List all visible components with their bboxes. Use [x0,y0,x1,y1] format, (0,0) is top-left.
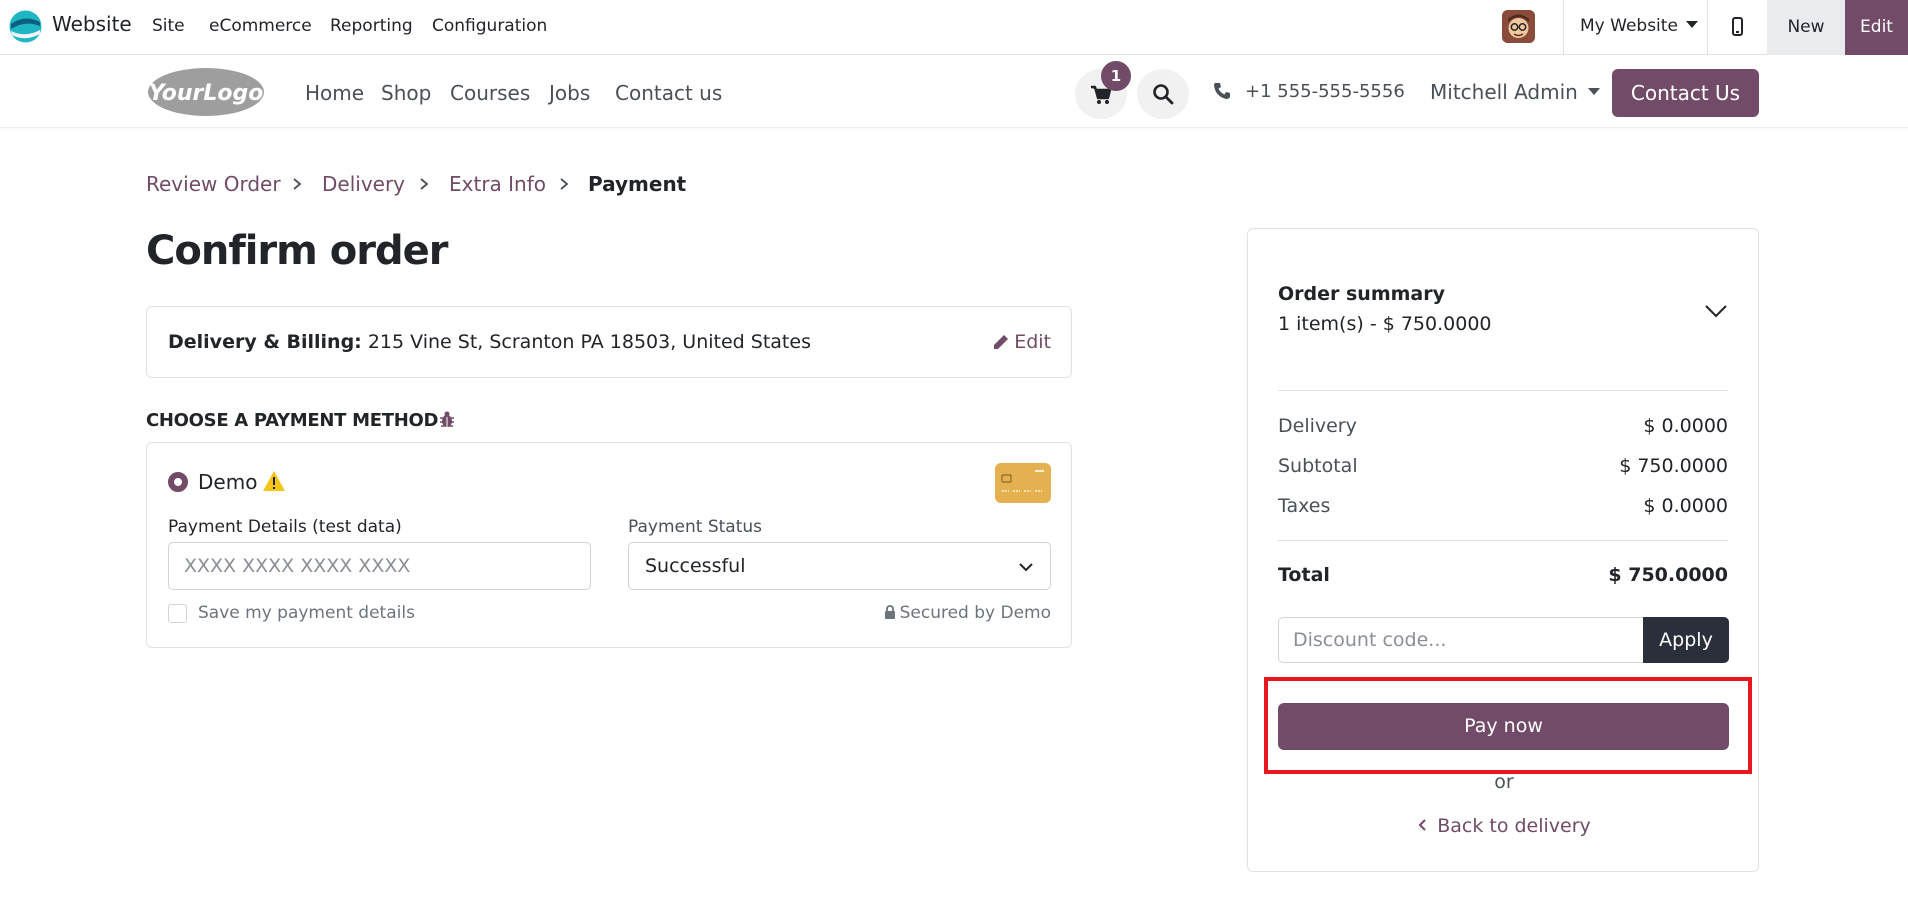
total-value: $ 750.0000 [1608,564,1728,586]
divider [1278,540,1728,541]
logo-text: YourLogo [149,81,264,106]
save-payment-label[interactable]: Save my payment details [198,603,415,623]
menu-ecommerce[interactable]: eCommerce [209,16,312,36]
order-summary-card: Order summary 1 item(s) - $ 750.0000 Del… [1247,228,1759,872]
pencil-icon [994,335,1009,349]
menu-configuration[interactable]: Configuration [432,16,547,36]
subtotal-label: Subtotal [1278,455,1358,477]
avatar-face-icon [1502,10,1535,43]
breadcrumb-delivery[interactable]: Delivery [322,172,405,196]
card-number-input[interactable] [168,542,591,590]
payment-details-label: Payment Details (test data) [168,517,402,537]
apply-discount-button[interactable]: Apply [1643,617,1729,663]
search-button[interactable] [1137,69,1189,119]
warning-icon [263,471,285,491]
payment-status-value: Successful [645,555,746,577]
order-items-line: 1 item(s) - $ 750.0000 [1278,313,1492,335]
website-selector-label: My Website [1580,16,1678,36]
user-name: Mitchell Admin [1430,80,1578,104]
chevron-right-icon [293,178,302,190]
demo-radio[interactable] [168,472,188,492]
secured-by-note: Secured by Demo [884,603,1051,623]
taxes-label: Taxes [1278,495,1331,517]
mobile-preview-icon[interactable] [1732,17,1743,36]
bug-icon[interactable] [437,409,457,429]
order-summary-title[interactable]: Order summary [1278,283,1445,305]
caret-down-icon [1685,20,1698,28]
chevron-right-icon [560,178,569,190]
app-name[interactable]: Website [52,12,132,36]
delivery-label: Delivery [1278,415,1357,437]
edit-button[interactable]: Edit [1845,0,1908,55]
total-label: Total [1278,564,1330,586]
admin-navbar: Website Site eCommerce Reporting Configu… [0,0,1908,55]
address-value: 215 Vine St, Scranton PA 18503, United S… [367,331,811,353]
user-avatar[interactable] [1502,10,1535,43]
lock-icon [884,605,895,619]
nav-contact-us[interactable]: Contact us [615,81,722,105]
card-chip-icon [1001,470,1044,492]
menu-site[interactable]: Site [152,16,185,36]
address-card: Delivery & Billing: 215 Vine St, Scranto… [146,306,1072,378]
secured-label: Secured by Demo [899,603,1051,623]
payment-status-label: Payment Status [628,517,762,537]
payment-method-heading: CHOOSE A PAYMENT METHOD [146,410,439,431]
or-separator: or [1494,771,1514,793]
phone-icon [1214,83,1230,99]
back-label: Back to delivery [1437,815,1591,837]
nav-shop[interactable]: Shop [381,81,431,105]
delivery-value: $ 0.0000 [1643,415,1728,437]
edit-address-link[interactable]: Edit [993,331,1051,353]
breadcrumb-review-order[interactable]: Review Order [146,172,281,196]
save-payment-checkbox[interactable] [168,604,187,623]
chevron-down-icon[interactable] [1703,301,1729,321]
divider [1278,390,1728,391]
breadcrumb-payment: Payment [588,172,687,196]
website-app-icon[interactable] [9,10,42,43]
discount-code-input[interactable] [1278,617,1644,663]
payment-status-select[interactable]: Successful [628,542,1051,590]
payment-method-name[interactable]: Demo [198,470,257,494]
back-to-delivery-link[interactable]: Back to delivery [1248,815,1760,837]
cart-count-badge: 1 [1101,61,1131,91]
website-selector[interactable]: My Website [1580,16,1698,36]
menu-reporting[interactable]: Reporting [330,16,413,36]
payment-method-card: Demo Payment Details (test data) Payment… [146,442,1072,648]
nav-courses[interactable]: Courses [450,81,530,105]
edit-label: Edit [1014,331,1051,353]
credit-card-icon [995,463,1051,503]
chevron-left-icon [1418,819,1426,831]
address-text: Delivery & Billing: 215 Vine St, Scranto… [168,331,811,353]
nav-jobs[interactable]: Jobs [549,81,590,105]
caret-down-icon [1587,88,1600,95]
chevron-right-icon [420,178,429,190]
new-button[interactable]: New [1767,0,1845,55]
divider [1563,0,1564,55]
phone-number[interactable]: +1 555-555-5556 [1245,81,1405,102]
subtotal-value: $ 750.0000 [1619,455,1728,477]
breadcrumb-extra-info[interactable]: Extra Info [449,172,546,196]
chevron-down-icon [1019,563,1033,572]
nav-home[interactable]: Home [305,81,364,105]
search-icon [1153,84,1174,105]
highlight-annotation [1264,677,1752,774]
contact-us-button[interactable]: Contact Us [1612,69,1759,117]
site-header: YourLogo Home Shop Courses Jobs Contact … [0,56,1908,128]
taxes-value: $ 0.0000 [1643,495,1728,517]
divider [1707,0,1708,55]
page-title: Confirm order [146,228,448,274]
site-logo[interactable]: YourLogo [146,67,266,117]
user-menu[interactable]: Mitchell Admin [1430,80,1600,104]
address-label: Delivery & Billing: [168,331,362,353]
